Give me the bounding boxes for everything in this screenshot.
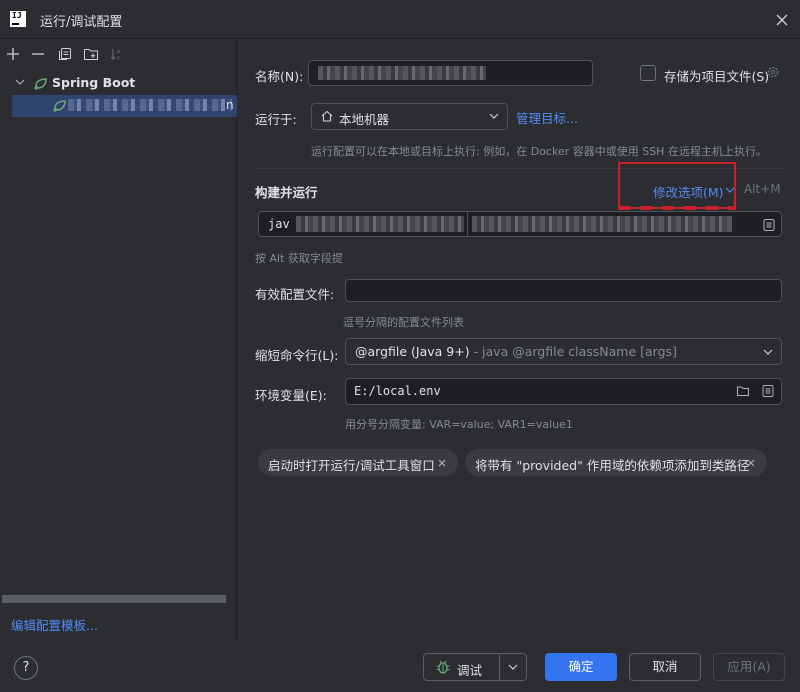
expand-field-icon[interactable] [761, 384, 775, 398]
chevron-down-icon [763, 349, 773, 355]
active-profiles-input[interactable] [345, 279, 782, 302]
spring-boot-icon [34, 78, 47, 90]
edit-templates-link[interactable]: 编辑配置模板... [11, 615, 98, 634]
field-separator [467, 212, 468, 236]
help-button[interactable]: ? [14, 656, 38, 680]
run-on-value: 本地机器 [339, 112, 390, 127]
dialog-title: 运行/调试配置 [40, 15, 123, 30]
apply-button[interactable]: 应用(A) [713, 653, 785, 681]
new-folder-icon[interactable] [83, 46, 99, 62]
shorten-command-line-label: 缩短命令行(L): [255, 348, 339, 363]
environment-variables-value: E:/local.env [354, 384, 441, 398]
build-field-prefix: jav [268, 217, 290, 231]
cancel-button[interactable]: 取消 [629, 653, 701, 681]
chevron-down-icon[interactable] [14, 76, 26, 88]
folder-icon[interactable] [736, 384, 750, 398]
store-as-project-file-checkbox[interactable] [640, 65, 656, 81]
home-icon [321, 110, 333, 122]
close-icon[interactable] [772, 10, 792, 30]
environment-variables-label: 环境变量(E): [255, 388, 327, 403]
expand-field-icon[interactable] [762, 218, 776, 232]
chip-label: 将带有 "provided" 作用域的依赖项添加到类路径 [475, 458, 750, 473]
add-icon[interactable] [5, 46, 21, 62]
chevron-down-icon[interactable] [507, 661, 519, 673]
run-on-label: 运行于: [255, 112, 297, 127]
configurations-panel [0, 40, 237, 640]
redacted-jre-value [296, 216, 464, 232]
spring-boot-icon [53, 100, 66, 112]
horizontal-scrollbar[interactable] [2, 595, 226, 603]
bug-icon [436, 660, 450, 674]
svg-text:z: z [117, 55, 120, 61]
shorten-value-text: @argfile (Java 9+) [355, 344, 470, 359]
name-label: 名称(N): [255, 69, 304, 84]
manage-targets-link[interactable]: 管理目标... [516, 108, 578, 127]
redacted-config-name [68, 99, 232, 111]
close-icon[interactable] [746, 458, 756, 468]
redacted-name-value [318, 66, 486, 80]
modify-options-shortcut: Alt+M [744, 182, 781, 196]
store-as-project-file-label[interactable]: 存储为项目文件(S) [664, 66, 769, 85]
environment-variables-hint: 用分号分隔变量: VAR=value; VAR1=value1 [345, 418, 573, 431]
chevron-down-icon [489, 113, 499, 119]
intellij-logo-icon: IJ [10, 11, 26, 27]
highlight-annotation-box [618, 162, 736, 209]
shorten-value-hint: - java @argfile className [args] [469, 344, 677, 359]
tree-item-suffix: n [226, 98, 234, 112]
remove-icon[interactable] [30, 46, 46, 62]
debug-button-label: 调试 [457, 663, 483, 678]
copy-icon[interactable] [57, 46, 73, 62]
close-icon[interactable] [437, 458, 447, 468]
field-hint: 按 Alt 获取字段提 [255, 252, 343, 265]
tree-root-label[interactable]: Spring Boot [52, 75, 135, 90]
redacted-main-class-value [472, 216, 732, 232]
ok-button[interactable]: 确定 [545, 653, 617, 681]
chip-label: 启动时打开运行/调试工具窗口 [268, 458, 435, 473]
highlight-annotation-dashes [618, 206, 736, 210]
build-and-run-title: 构建并运行 [255, 185, 318, 200]
gear-icon[interactable] [766, 65, 780, 79]
shorten-command-line-value: @argfile (Java 9+) - java @argfile class… [355, 344, 677, 359]
run-on-hint: 运行配置可以在本地或目标上执行: 例如，在 Docker 容器中或使用 SSH … [311, 145, 767, 158]
active-profiles-label: 有效配置文件: [255, 287, 335, 302]
sort-icon[interactable]: az [109, 46, 125, 62]
active-profiles-hint: 逗号分隔的配置文件列表 [343, 316, 464, 329]
debug-button-separator [499, 654, 500, 680]
